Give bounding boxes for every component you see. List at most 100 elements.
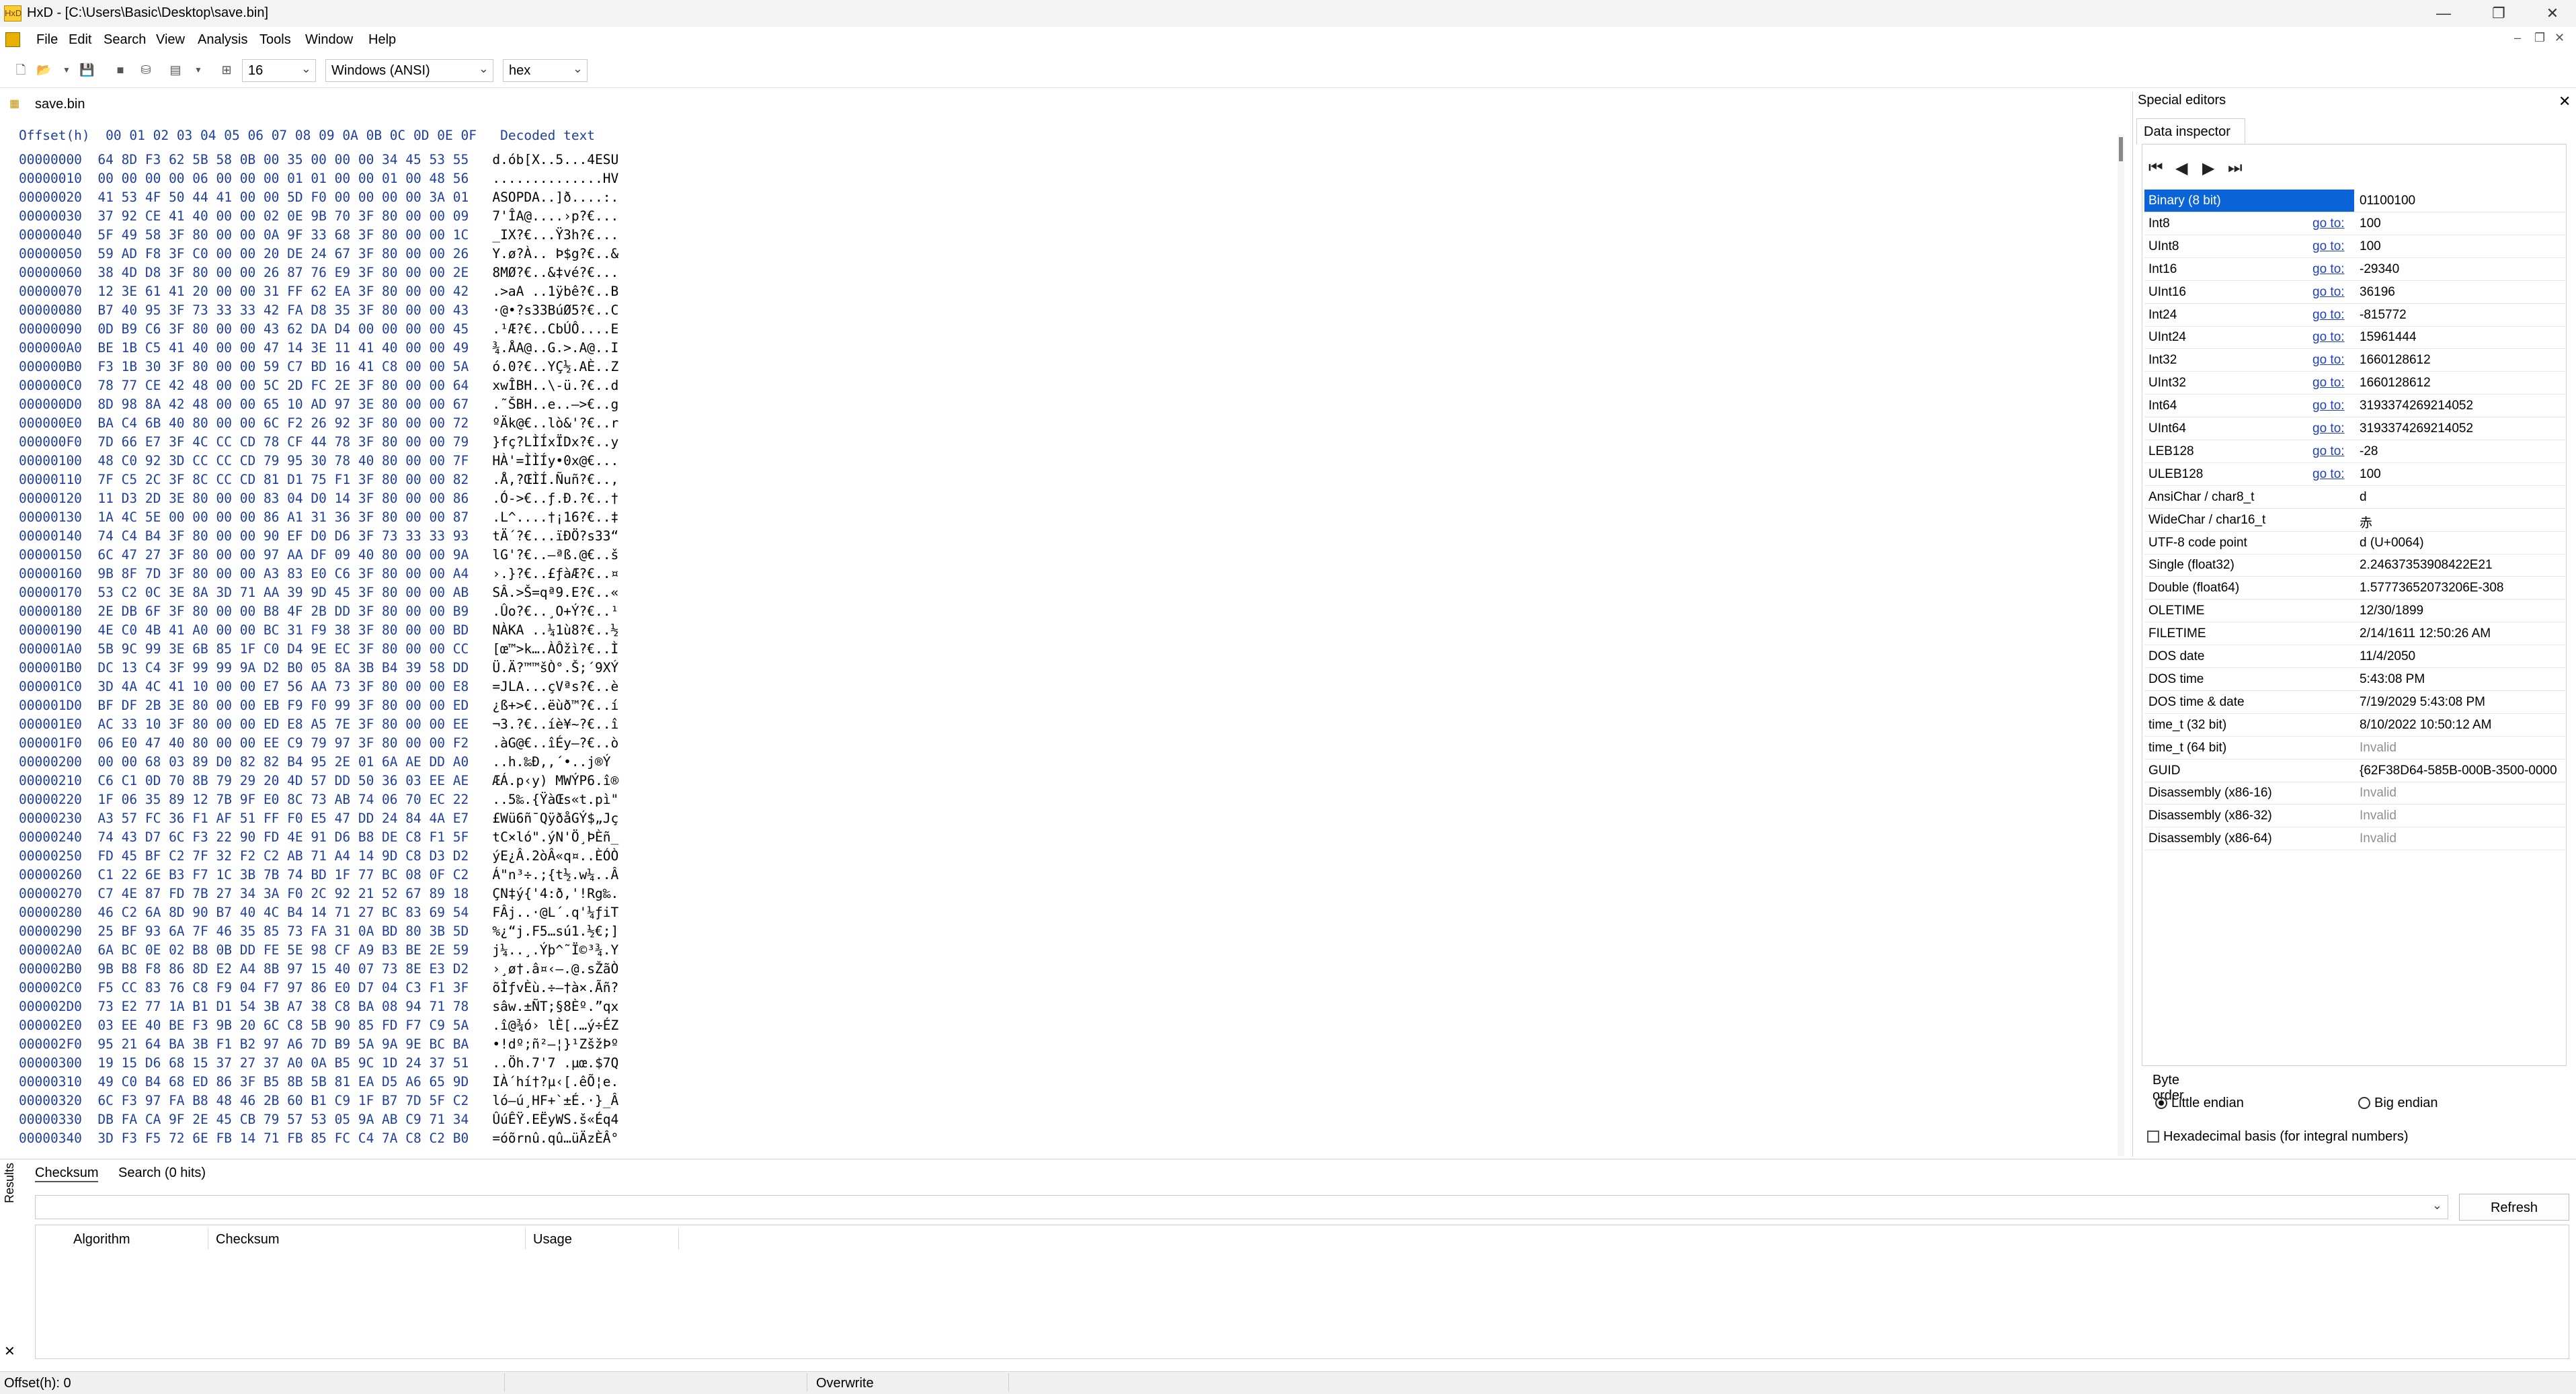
- hex-row[interactable]: 000000A0 BE 1B C5 41 40 00 00 47 14 3E 1…: [19, 339, 618, 358]
- row-bytes[interactable]: 74 43 D7 6C F3 22 90 FD 4E 91 D6 B8 DE C…: [97, 829, 469, 845]
- next-icon[interactable]: ▶: [2202, 159, 2214, 178]
- row-bytes[interactable]: 78 77 CE 42 48 00 00 5C 2D FC 2E 3F 80 0…: [97, 378, 469, 393]
- document-icon[interactable]: [5, 32, 20, 47]
- hex-row[interactable]: 000002E0 03 EE 40 BE F3 9B 20 6C C8 5B 9…: [19, 1016, 618, 1035]
- hex-row[interactable]: 00000250 FD 45 BF C2 7F 32 F2 C2 AB 71 A…: [19, 847, 618, 866]
- row-bytes[interactable]: C1 22 6E B3 F7 1C 3B 7B 74 BD 1F 77 BC 0…: [97, 867, 469, 883]
- row-decoded-text[interactable]: NÀKA ..¼1ù8?€..½: [492, 622, 618, 638]
- row-bytes[interactable]: F3 1B 30 3F 80 00 00 59 C7 BD 16 41 C8 0…: [97, 359, 469, 374]
- row-decoded-text[interactable]: FÂj..·@L´.q'¼ƒiT: [492, 905, 618, 920]
- row-decoded-text[interactable]: ó.0?€..YÇ½.AÈ..Z: [492, 359, 618, 374]
- hex-row[interactable]: 000000F0 7D 66 E7 3F 4C CC CD 78 CF 44 7…: [19, 433, 618, 452]
- new-file-icon[interactable]: 🗋: [13, 62, 28, 78]
- row-decoded-text[interactable]: ·@•?s33BúØ5?€..C: [492, 302, 618, 318]
- hex-row[interactable]: 00000150 6C 47 27 3F 80 00 00 97 AA DF 0…: [19, 546, 618, 565]
- inspector-row[interactable]: DOS time 5:43:08 PM: [2144, 668, 2565, 691]
- row-bytes[interactable]: 3D 4A 4C 41 10 00 00 E7 56 AA 73 3F 80 0…: [97, 679, 469, 694]
- inspector-value[interactable]: 100: [2360, 216, 2561, 231]
- row-decoded-text[interactable]: ..Öh.7'7 .µœ.$7Q: [492, 1055, 618, 1071]
- row-decoded-text[interactable]: ..h.‰Ð‚‚´•..j®Ý: [492, 754, 618, 770]
- row-bytes[interactable]: 74 C4 B4 3F 80 00 00 90 EF D0 D6 3F 73 3…: [97, 528, 469, 544]
- hex-row[interactable]: 000002D0 73 E2 77 1A B1 D1 54 3B A7 38 C…: [19, 997, 618, 1016]
- row-bytes[interactable]: AC 33 10 3F 80 00 00 ED E8 A5 7E 3F 80 0…: [97, 716, 469, 732]
- tab-save-bin[interactable]: save.bin: [35, 97, 85, 112]
- inspector-value[interactable]: d (U+0064): [2360, 536, 2561, 550]
- row-bytes[interactable]: BE 1B C5 41 40 00 00 47 14 3E 11 41 40 0…: [97, 340, 469, 356]
- row-bytes[interactable]: DC 13 C4 3F 99 99 9A D2 B0 05 8A 3B B4 3…: [97, 660, 469, 675]
- goto-link[interactable]: go to:: [2312, 239, 2345, 254]
- row-bytes[interactable]: 73 E2 77 1A B1 D1 54 3B A7 38 C8 BA 08 9…: [97, 999, 469, 1014]
- menu-analysis[interactable]: Analysis: [198, 32, 247, 48]
- row-bytes[interactable]: 8D 98 8A 42 48 00 00 65 10 AD 97 3E 80 0…: [97, 397, 469, 412]
- inspector-value[interactable]: 01100100: [2360, 194, 2561, 208]
- row-decoded-text[interactable]: j¼..¸.Ýþ^˜Ï©³¾.Y: [492, 942, 618, 958]
- menu-help[interactable]: Help: [368, 32, 396, 48]
- hex-rows[interactable]: 00000000 64 8D F3 62 5B 58 0B 00 35 00 0…: [19, 151, 618, 1148]
- row-decoded-text[interactable]: =óõrnû.qû…üÄzÈÂ°: [492, 1131, 618, 1146]
- inspector-row[interactable]: Disassembly (x86-32) Invalid: [2144, 805, 2565, 828]
- hex-row[interactable]: 000002B0 9B B8 F8 86 8D E2 A4 8B 97 15 4…: [19, 960, 618, 979]
- inspector-row[interactable]: time_t (64 bit) Invalid: [2144, 737, 2565, 760]
- little-endian-radio[interactable]: [2155, 1097, 2167, 1109]
- open-dropdown-icon[interactable]: ▼: [59, 62, 74, 78]
- little-endian-label[interactable]: Little endian: [2171, 1096, 2244, 1111]
- inspector-row[interactable]: ULEB128 go to: 100: [2144, 463, 2565, 486]
- hex-row[interactable]: 000000E0 BA C4 6B 40 80 00 00 6C F2 26 9…: [19, 414, 618, 433]
- hex-row[interactable]: 00000200 00 00 68 03 89 D0 82 82 B4 95 2…: [19, 753, 618, 772]
- menu-file[interactable]: File: [36, 32, 58, 48]
- inspector-row[interactable]: Single (float32) 2.24637353908422E21: [2144, 554, 2565, 577]
- menu-search[interactable]: Search: [104, 32, 146, 48]
- inspector-value[interactable]: 赤: [2360, 513, 2561, 531]
- row-decoded-text[interactable]: .L^....†¡16?€..‡: [492, 509, 618, 525]
- hex-editor[interactable]: Offset(h) 00 01 02 03 04 05 06 07 08 09 …: [0, 118, 2131, 1157]
- hex-row[interactable]: 00000160 9B 8F 7D 3F 80 00 00 A3 83 E0 C…: [19, 565, 618, 583]
- row-decoded-text[interactable]: ló—ú¸HF+`±É.·}_Â: [492, 1093, 618, 1108]
- hex-row[interactable]: 00000220 1F 06 35 89 12 7B 9F E0 8C 73 A…: [19, 790, 618, 809]
- row-bytes[interactable]: 38 4D D8 3F 80 00 00 26 87 76 E9 3F 80 0…: [97, 265, 469, 280]
- row-decoded-text[interactable]: .Å,?ŒÌÍ.Ñuñ?€..‚: [492, 472, 618, 487]
- row-bytes[interactable]: 6A BC 0E 02 B8 0B DD FE 5E 98 CF A9 B3 B…: [97, 942, 469, 958]
- row-bytes[interactable]: 46 C2 6A 8D 90 B7 40 4C B4 14 71 27 BC 8…: [97, 905, 469, 920]
- row-decoded-text[interactable]: Á"n³÷.;{t½.w¼..Â: [492, 867, 618, 883]
- row-bytes[interactable]: 00 00 00 00 06 00 00 00 01 01 00 00 01 0…: [97, 171, 469, 186]
- row-bytes[interactable]: 25 BF 93 6A 7F 46 35 85 73 FA 31 0A BD 8…: [97, 924, 469, 939]
- inspector-row[interactable]: UInt64 go to: 3193374269214052: [2144, 417, 2565, 440]
- row-bytes[interactable]: DB FA CA 9F 2E 45 CB 79 57 53 05 9A AB C…: [97, 1112, 469, 1127]
- row-decoded-text[interactable]: HÀ'=ÌÌÍy•0x@€...: [492, 453, 618, 468]
- mdi-close-icon[interactable]: ✕: [2554, 31, 2565, 45]
- row-bytes[interactable]: 64 8D F3 62 5B 58 0B 00 35 00 00 00 34 4…: [97, 152, 469, 167]
- inspector-row[interactable]: Disassembly (x86-64) Invalid: [2144, 827, 2565, 851]
- inspector-row[interactable]: Int32 go to: 1660128612: [2144, 349, 2565, 372]
- menu-tools[interactable]: Tools: [259, 32, 291, 48]
- hex-row[interactable]: 000001B0 DC 13 C4 3F 99 99 9A D2 B0 05 8…: [19, 659, 618, 678]
- row-bytes[interactable]: 11 D3 2D 3E 80 00 00 83 04 D0 14 3F 80 0…: [97, 491, 469, 506]
- hex-row[interactable]: 00000060 38 4D D8 3F 80 00 00 26 87 76 E…: [19, 263, 618, 282]
- inspector-row[interactable]: UInt24 go to: 15961444: [2144, 326, 2565, 350]
- row-decoded-text[interactable]: ¬3.?€..íè¥~?€..î: [492, 716, 618, 732]
- row-decoded-text[interactable]: ÇN‡ý{'4:ð,'!Rg‰.: [492, 886, 618, 901]
- row-decoded-text[interactable]: ..............HV: [492, 171, 618, 186]
- row-decoded-text[interactable]: %¿“j.F5…sú1.½€;]: [492, 924, 618, 939]
- inspector-value[interactable]: Invalid: [2360, 809, 2561, 823]
- maximize-button[interactable]: ❐: [2468, 0, 2529, 27]
- tab-checksum[interactable]: Checksum: [35, 1165, 99, 1182]
- hex-row[interactable]: 00000270 C7 4E 87 FD 7B 27 34 3A F0 2C 9…: [19, 885, 618, 903]
- goto-link[interactable]: go to:: [2312, 467, 2345, 482]
- tab-search[interactable]: Search (0 hits): [118, 1165, 206, 1181]
- inspector-value[interactable]: 11/4/2050: [2360, 649, 2561, 664]
- hex-row[interactable]: 00000050 59 AD F8 3F C0 00 00 20 DE 24 6…: [19, 245, 618, 263]
- hex-row[interactable]: 00000320 6C F3 97 FA B8 48 46 2B 60 B1 C…: [19, 1092, 618, 1110]
- hex-row[interactable]: 00000300 19 15 D6 68 15 37 27 37 A0 0A B…: [19, 1054, 618, 1073]
- hex-row[interactable]: 000002A0 6A BC 0E 02 B8 0B DD FE 5E 98 C…: [19, 941, 618, 960]
- row-bytes[interactable]: 3D F3 F5 72 6E FB 14 71 FB 85 FC C4 7A C…: [97, 1131, 469, 1146]
- row-decoded-text[interactable]: ¿ß+>€..ëùð™?€..í: [492, 698, 618, 713]
- row-decoded-text[interactable]: ¾.ÅA@..G.>.A@..I: [492, 340, 618, 356]
- inspector-value[interactable]: {62F38D64-585B-000B-3500-0000: [2360, 764, 2561, 778]
- row-bytes[interactable]: 41 53 4F 50 44 41 00 00 5D F0 00 00 00 0…: [97, 190, 469, 205]
- row-bytes[interactable]: BF DF 2B 3E 80 00 00 EB F9 F0 99 3F 80 0…: [97, 698, 469, 713]
- row-bytes[interactable]: 5F 49 58 3F 80 00 00 0A 9F 33 68 3F 80 0…: [97, 227, 469, 243]
- row-decoded-text[interactable]: ýE¿Â.2òÂ«q¤..ÈÓÒ: [492, 848, 618, 864]
- inspector-row[interactable]: UInt8 go to: 100: [2144, 235, 2565, 258]
- hex-row[interactable]: 000000B0 F3 1B 30 3F 80 00 00 59 C7 BD 1…: [19, 358, 618, 376]
- tab-data-inspector[interactable]: Data inspector: [2136, 118, 2245, 145]
